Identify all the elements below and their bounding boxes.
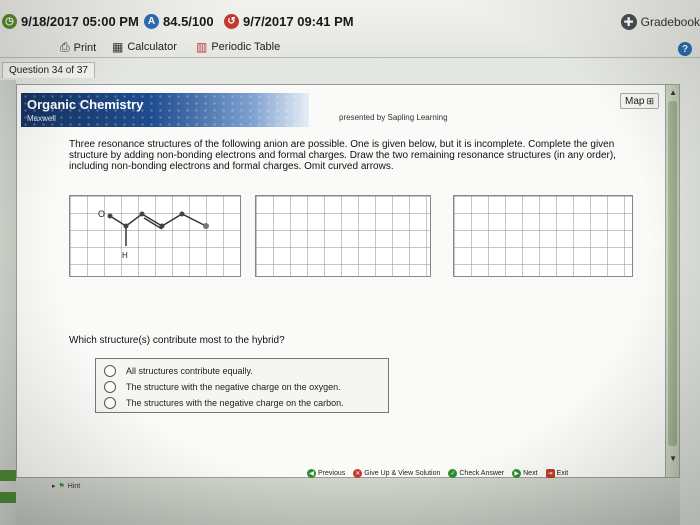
oxygen-atom[interactable]: [107, 213, 113, 219]
printer-icon: ⎙: [60, 40, 70, 54]
carbon-atom-4[interactable]: [179, 211, 185, 217]
check-answer-button[interactable]: ✓ Check Answer: [448, 469, 504, 478]
hint-arrow-icon: ▸: [52, 483, 56, 490]
give-up-icon: ✕: [353, 469, 363, 478]
drawing-canvas-3[interactable]: [453, 195, 633, 277]
course-title: Organic Chemistry: [27, 97, 144, 112]
hybrid-question: Which structure(s) contribute most to th…: [69, 335, 285, 346]
exit-button[interactable]: ⇥ Exit: [545, 469, 569, 478]
help-button[interactable]: ?: [678, 42, 692, 56]
exit-icon: ⇥: [545, 469, 555, 478]
sidebar-badge-2[interactable]: [0, 492, 16, 503]
option-label: The structures with the negative charge …: [126, 398, 344, 408]
give-up-button[interactable]: ✕ Give Up & View Solution: [353, 469, 440, 478]
question-tab-label: Question 34 of 37: [9, 65, 88, 76]
previous-label: Previous: [318, 470, 346, 477]
print-label: Print: [73, 41, 97, 54]
due-date: ◷ 9/18/2017 05:00 PM: [2, 14, 139, 29]
gradebook-icon: ✚: [620, 14, 637, 30]
scrollbar-thumb[interactable]: [668, 101, 677, 446]
scroll-down-arrow-icon[interactable]: ▼: [669, 454, 677, 463]
map-label: Map: [625, 95, 645, 107]
carbon-atom-2[interactable]: [139, 211, 145, 217]
double-bond-line: [143, 217, 163, 230]
check-answer-label: Check Answer: [459, 470, 505, 477]
calculator-button[interactable]: ▦ Calculator: [112, 40, 177, 54]
option-equal[interactable]: All structures contribute equally.: [104, 365, 253, 377]
option-carbon[interactable]: The structures with the negative charge …: [104, 397, 344, 409]
vertical-scrollbar[interactable]: ▲ ▼: [665, 85, 679, 477]
radio-button[interactable]: [104, 365, 116, 377]
score-icon: A: [144, 14, 159, 29]
periodic-table-label: Periodic Table: [211, 41, 281, 53]
answer-options: All structures contribute equally. The s…: [95, 358, 389, 413]
carbon-atom-1[interactable]: [123, 223, 129, 229]
course-banner: Organic Chemistry Maxwell: [21, 93, 309, 127]
presented-by: presented by Sapling Learning: [339, 113, 448, 122]
bottom-strip: [16, 478, 680, 525]
course-subtitle: Maxwell: [27, 114, 56, 123]
anion-structure: [107, 211, 209, 246]
next-icon: ▶: [512, 469, 522, 478]
exit-label: Exit: [556, 470, 569, 477]
gradebook-button[interactable]: ✚ Gradebook: [620, 14, 700, 30]
due-date-text: 9/18/2017 05:00 PM: [21, 14, 139, 29]
check-icon: ✓: [448, 469, 458, 478]
question-instructions: Three resonance structures of the follow…: [69, 139, 616, 172]
periodic-table-button[interactable]: ▥ Periodic Table: [196, 40, 280, 54]
sidebar-badge-1[interactable]: [0, 470, 16, 481]
oxygen-label: O: [98, 209, 106, 219]
left-sidebar: [0, 80, 16, 525]
radio-button[interactable]: [104, 397, 116, 409]
previous-icon: ◀: [307, 469, 316, 478]
map-icon: ⊞: [646, 95, 654, 106]
option-label: The structure with the negative charge o…: [126, 382, 341, 392]
question-tab[interactable]: Question 34 of 37: [2, 62, 95, 78]
top-toolbar: ◷ 9/18/2017 05:00 PM A 84.5/100 ↺ 9/7/20…: [0, 0, 700, 58]
score-text: 84.5/100: [163, 14, 214, 29]
submitted-date: ↺ 9/7/2017 09:41 PM: [224, 14, 354, 29]
clock-icon: ◷: [2, 14, 17, 29]
carbon-atom-5[interactable]: [203, 223, 209, 229]
give-up-label: Give Up & View Solution: [364, 470, 441, 477]
map-button[interactable]: Map ⊞: [620, 93, 659, 109]
hint-flag-icon: ⚑: [58, 483, 65, 490]
print-button[interactable]: ⎙ Print: [60, 40, 96, 55]
footer-navigation: ◀ Previous ✕ Give Up & View Solution ✓ C…: [307, 469, 568, 478]
gradebook-label: Gradebook: [640, 15, 700, 29]
calculator-label: Calculator: [127, 41, 177, 53]
help-label: ?: [681, 43, 689, 55]
submitted-date-text: 9/7/2017 09:41 PM: [243, 14, 354, 29]
radio-button[interactable]: [104, 381, 116, 393]
option-oxygen[interactable]: The structure with the negative charge o…: [104, 381, 341, 393]
drawing-canvas-2[interactable]: [255, 195, 431, 277]
previous-button[interactable]: ◀ Previous: [307, 469, 345, 478]
hint-button[interactable]: ▸ ⚑ Hint: [52, 482, 81, 491]
option-label: All structures contribute equally.: [126, 366, 253, 376]
next-label: Next: [523, 470, 538, 477]
calculator-icon: ▦: [112, 40, 124, 54]
carbon-atom-3[interactable]: [159, 223, 165, 229]
history-icon: ↺: [224, 14, 239, 29]
question-frame: Organic Chemistry Maxwell presented by S…: [16, 84, 680, 478]
next-button[interactable]: ▶ Next: [512, 469, 538, 478]
score-display: A 84.5/100: [144, 14, 214, 29]
hydrogen-label: H: [122, 251, 128, 260]
scroll-up-arrow-icon[interactable]: ▲: [669, 88, 677, 97]
hint-label: Hint: [67, 482, 81, 490]
periodic-table-icon: ▥: [196, 40, 208, 54]
drawing-canvas-1[interactable]: O H: [69, 195, 241, 277]
